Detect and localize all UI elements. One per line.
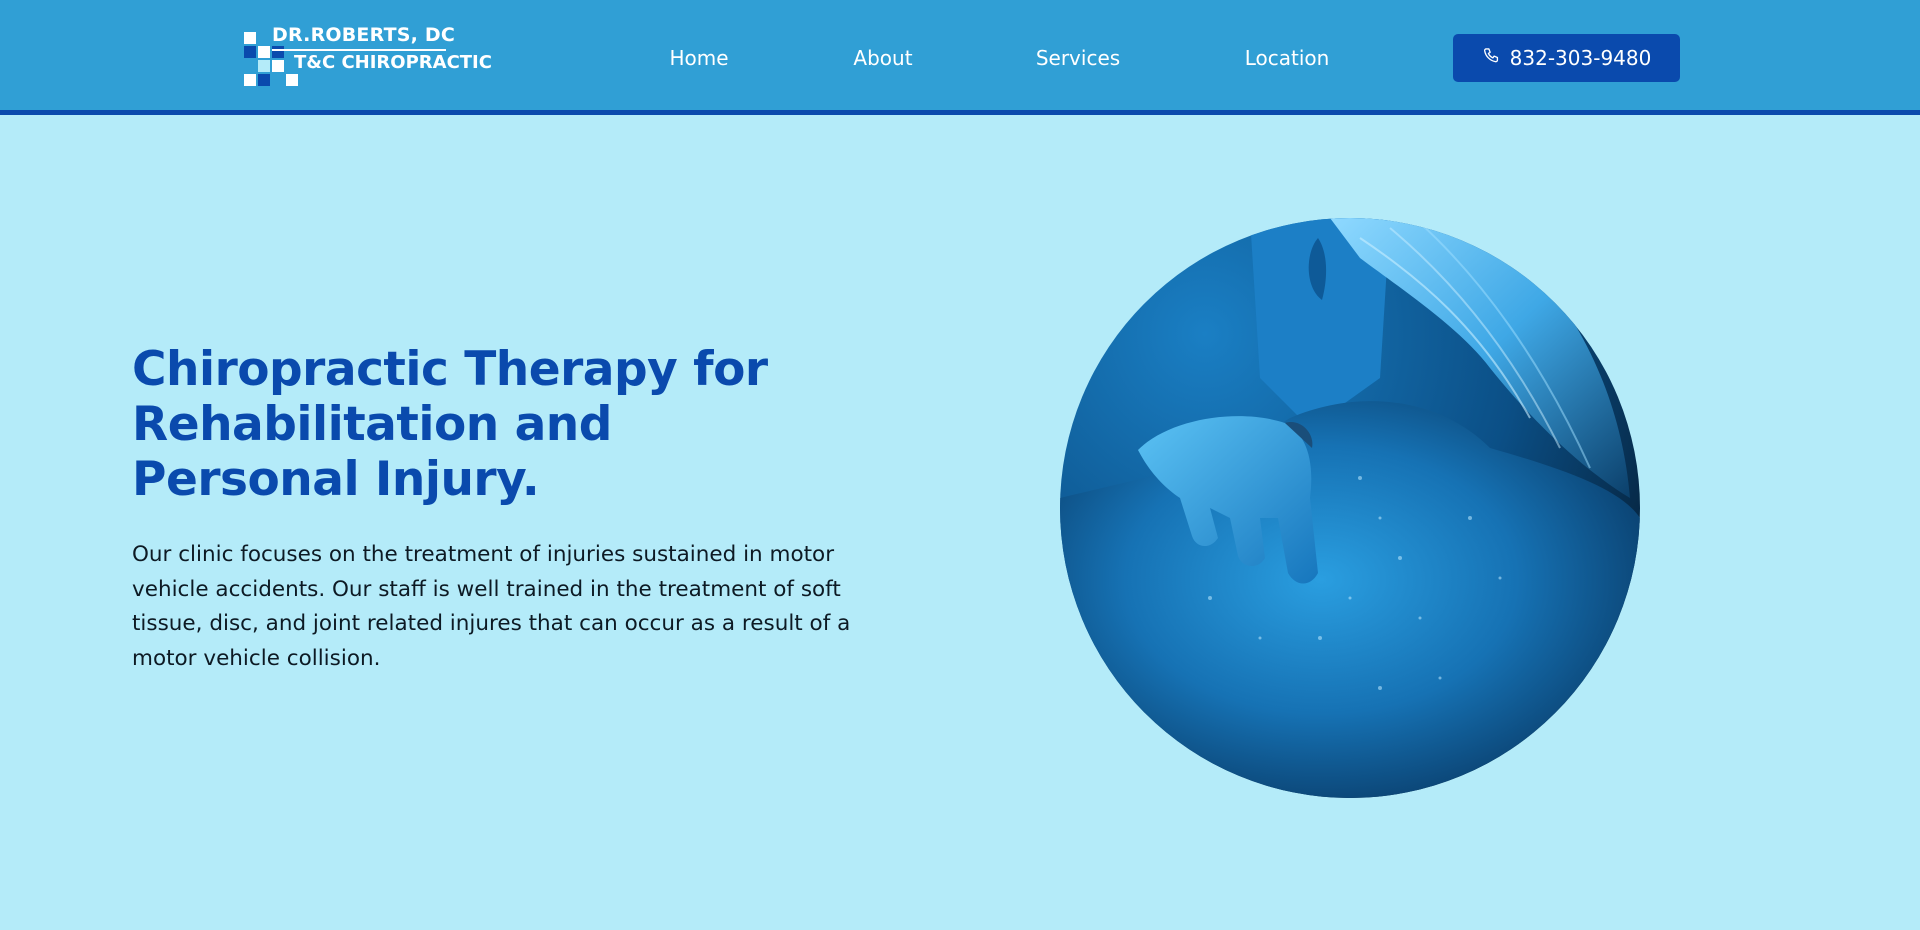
logo-divider bbox=[272, 49, 446, 51]
phone-number: 832-303-9480 bbox=[1509, 46, 1652, 70]
nav-home[interactable]: Home bbox=[669, 44, 728, 72]
logo-square bbox=[272, 46, 284, 58]
logo-square bbox=[272, 60, 284, 72]
logo-line-2: T&C CHIROPRACTIC bbox=[294, 52, 492, 73]
logo-square bbox=[244, 32, 256, 44]
logo-square bbox=[258, 74, 270, 86]
logo-line-1: DR.ROBERTS, DC bbox=[272, 24, 455, 46]
logo-square bbox=[258, 60, 270, 72]
site-logo[interactable]: DR.ROBERTS, DC T&C CHIROPRACTIC bbox=[244, 24, 492, 90]
hero-description: Our clinic focuses on the treatment of i… bbox=[132, 542, 851, 671]
hero-photo-back-pain bbox=[1060, 218, 1640, 798]
nav-services[interactable]: Services bbox=[1036, 44, 1120, 72]
nav-location[interactable]: Location bbox=[1245, 44, 1330, 72]
logo-square bbox=[258, 46, 270, 58]
logo-square bbox=[244, 74, 256, 86]
hero-heading: Chiropractic Therapy for Rehabilitation … bbox=[132, 342, 768, 507]
phone-icon bbox=[1482, 46, 1502, 71]
phone-call-button[interactable]: 832-303-9480 bbox=[1453, 34, 1680, 82]
logo-square bbox=[286, 74, 298, 86]
nav-about[interactable]: About bbox=[853, 44, 912, 72]
logo-square bbox=[244, 46, 256, 58]
site-header: DR.ROBERTS, DC T&C CHIROPRACTIC Home Abo… bbox=[0, 0, 1920, 115]
